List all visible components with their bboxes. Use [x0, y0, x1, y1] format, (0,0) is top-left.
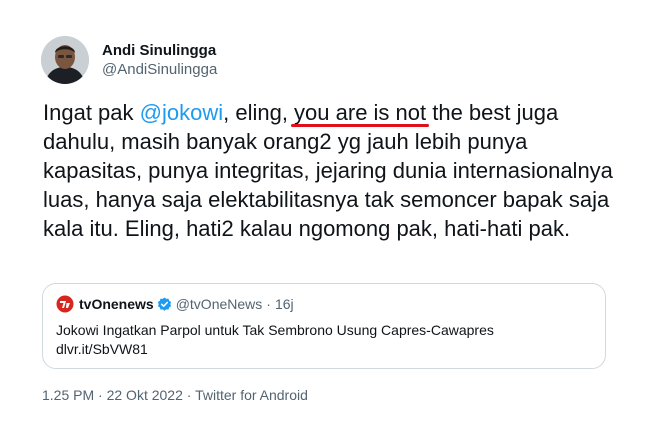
mention-link[interactable]: @jokowi [140, 100, 223, 125]
quoted-tweet-text: Jokowi Ingatkan Parpol untuk Tak Sembron… [56, 321, 596, 359]
quoted-author-name[interactable]: tvOnenews [79, 296, 154, 312]
tweet-text: Ingat pak @jokowi, eling, you are is not… [43, 98, 613, 243]
tweet-time[interactable]: 1.25 PM [42, 387, 94, 403]
quoted-timestamp[interactable]: 16j [275, 296, 294, 312]
quoted-tweet-card[interactable]: tvOnenews @tvOneNews · 16j Jokowi Ingatk… [42, 283, 606, 369]
author-display-name[interactable]: Andi Sinulingga [102, 41, 217, 60]
tweet-text-between: , eling, [223, 100, 295, 125]
avatar-photo [41, 36, 89, 84]
underlined-phrase: you are is not [291, 100, 430, 127]
quoted-text-line: Jokowi Ingatkan Parpol untuk Tak Sembron… [56, 322, 494, 338]
avatar[interactable] [41, 36, 89, 84]
quoted-separator: · [266, 296, 271, 312]
underlined-phrase-text: you are is not [294, 100, 427, 125]
quoted-link[interactable]: dlvr.it/SbVW81 [56, 340, 596, 359]
verified-badge-icon [157, 296, 171, 311]
tweet-date[interactable]: 22 Okt 2022 [107, 387, 183, 403]
tweet-text-prefix: Ingat pak [43, 100, 140, 125]
author-handle[interactable]: @AndiSinulingga [102, 60, 217, 79]
meta-separator: · [186, 387, 192, 403]
quoted-author-handle[interactable]: @tvOneNews [176, 296, 263, 312]
quoted-tweet-header: tvOnenews @tvOneNews · 16j [56, 294, 294, 314]
red-underline-mark [291, 124, 430, 127]
meta-separator: · [98, 387, 103, 403]
tweet-author[interactable]: Andi Sinulingga @AndiSinulingga [41, 36, 217, 84]
tweet-source[interactable]: Twitter for Android [195, 387, 308, 403]
tvone-logo-icon [56, 295, 74, 313]
tweet-meta: 1.25 PM · 22 Okt 2022 · Twitter for Andr… [42, 387, 308, 403]
